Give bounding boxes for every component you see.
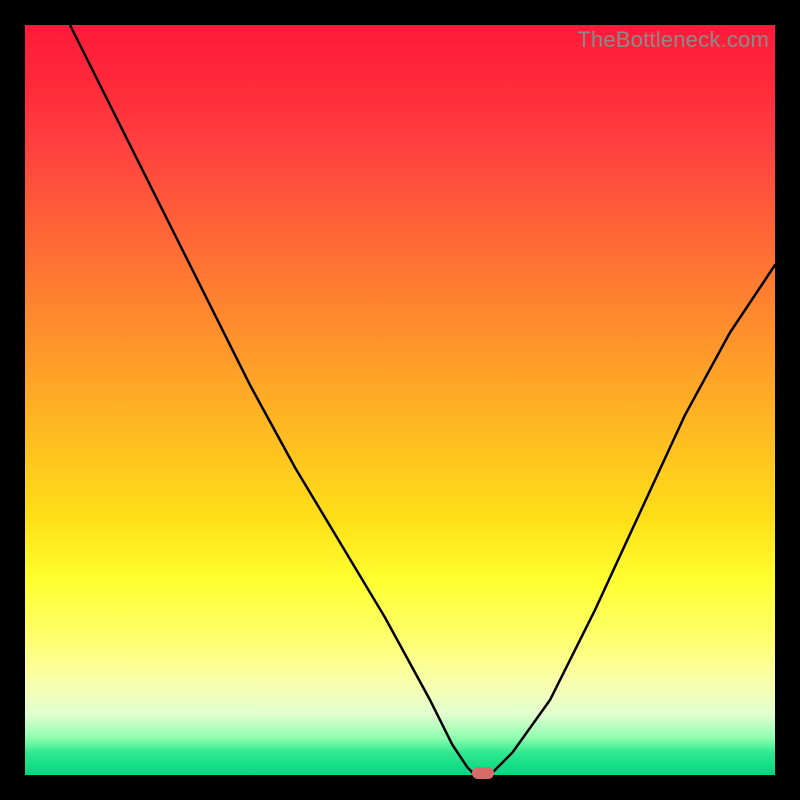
plot-area: TheBottleneck.com xyxy=(25,25,775,775)
bottleneck-curve-path xyxy=(25,25,775,775)
min-marker xyxy=(472,767,494,779)
curve-svg xyxy=(25,25,775,775)
chart-frame: TheBottleneck.com xyxy=(0,0,800,800)
